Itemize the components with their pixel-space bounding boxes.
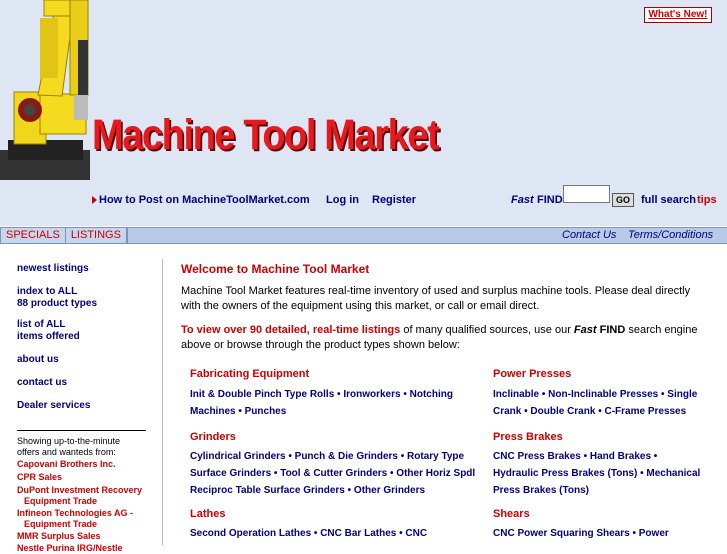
tab-specials[interactable]: SPECIALS xyxy=(1,228,66,243)
tips-link[interactable]: tips xyxy=(697,194,717,206)
category-shears-items[interactable]: CNC Power Squaring Shears • Power xyxy=(493,525,669,542)
category-power-presses-items[interactable]: Inclinable • Non-Inclinable Presses • Si… xyxy=(493,386,697,420)
arrow-right-icon xyxy=(92,196,97,204)
dealer-link[interactable]: CPR Sales xyxy=(17,472,62,483)
sidebar-item-dealer-services[interactable]: Dealer services xyxy=(17,400,90,412)
category-fabricating-title[interactable]: Fabricating Equipment xyxy=(190,368,309,380)
dealer-link[interactable]: Infineon Technologies AG - xyxy=(17,508,133,519)
sidebar-item-newest-listings[interactable]: newest listings xyxy=(17,263,89,275)
dealer-link[interactable]: MMR Surplus Sales xyxy=(17,531,101,542)
category-lathes-title[interactable]: Lathes xyxy=(190,508,225,520)
sidebar-item-contact-us[interactable]: contact us xyxy=(17,377,67,389)
sidebar-item-index[interactable]: index to ALL 88 product types xyxy=(17,286,97,310)
intro-text: Machine Tool Market features real-time i… xyxy=(181,285,691,312)
find-search-input[interactable] xyxy=(563,185,610,203)
go-button[interactable]: GO xyxy=(612,193,634,207)
whats-new-link[interactable]: What's New! xyxy=(644,7,712,23)
category-power-presses-title[interactable]: Power Presses xyxy=(493,368,571,380)
category-lathes-items[interactable]: Second Operation Lathes • CNC Bar Lathes… xyxy=(190,525,427,542)
register-link[interactable]: Register xyxy=(372,194,416,206)
category-grinders-title[interactable]: Grinders xyxy=(190,431,236,443)
category-shears-title[interactable]: Shears xyxy=(493,508,530,520)
category-press-brakes-title[interactable]: Press Brakes xyxy=(493,431,563,443)
tab-listings[interactable]: LISTINGS xyxy=(65,228,127,243)
dealer-link[interactable]: Capovani Brothers Inc. xyxy=(17,459,116,470)
fast-label: Fast xyxy=(511,194,534,206)
sidebar-divider xyxy=(17,430,146,431)
full-search-link[interactable]: full search xyxy=(641,194,696,206)
sidebar-note: Showing up-to-the-minute offers and wante… xyxy=(17,436,121,457)
sidebar-item-about-us[interactable]: about us xyxy=(17,354,59,366)
category-grinders-items[interactable]: Cylindrical Grinders • Punch & Die Grind… xyxy=(190,448,475,499)
robot-arm-image xyxy=(0,0,90,180)
login-link[interactable]: Log in xyxy=(326,194,359,206)
contact-us-link[interactable]: Contact Us xyxy=(562,228,616,243)
dealer-link[interactable]: DuPont Investment Recovery xyxy=(17,485,142,496)
view-listings-link[interactable]: To view over 90 detailed, real-time list… xyxy=(181,324,400,336)
dealer-link[interactable]: Equipment Trade xyxy=(24,496,97,507)
view-listings-text: To view over 90 detailed, real-time list… xyxy=(181,324,698,351)
site-header: What's New! Machine Tool Market How to P… xyxy=(0,0,727,226)
welcome-heading: Welcome to Machine Tool Market xyxy=(181,262,370,276)
terms-conditions-link[interactable]: Terms/Conditions xyxy=(628,228,713,243)
dealer-link[interactable]: Equipment Trade xyxy=(24,519,97,530)
category-fabricating-items[interactable]: Init & Double Pinch Type Rolls • Ironwor… xyxy=(190,386,453,420)
vertical-divider xyxy=(162,259,163,545)
how-to-post-link[interactable]: How to Post on MachineToolMarket.com xyxy=(99,194,310,206)
category-press-brakes-items[interactable]: CNC Press Brakes • Hand Brakes • Hydrauli… xyxy=(493,448,700,499)
find-label: FIND xyxy=(537,194,563,206)
sidebar-item-list-all[interactable]: list of ALL items offered xyxy=(17,319,80,343)
nav-tabs: SPECIALS LISTINGS xyxy=(0,227,128,244)
site-title: Machine Tool Market xyxy=(92,111,440,159)
